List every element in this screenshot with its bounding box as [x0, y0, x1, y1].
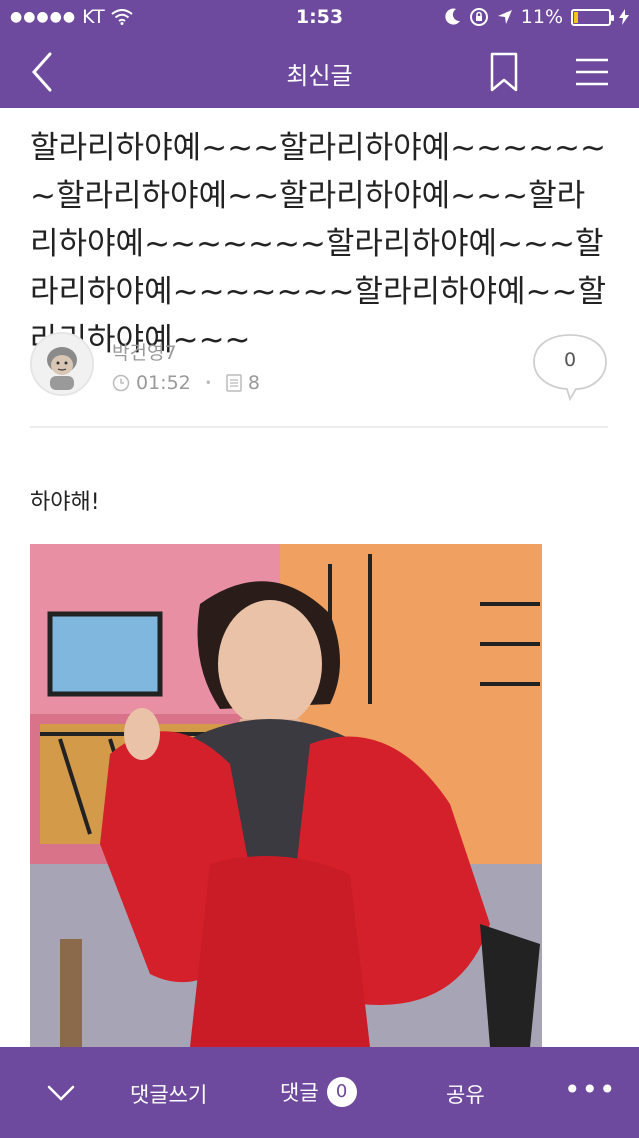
menu-button[interactable] — [572, 52, 612, 92]
bottom-bar: 댓글쓰기 댓글 0 공유 ••• — [0, 1047, 639, 1138]
more-button[interactable]: ••• — [564, 1073, 617, 1106]
post-views: 8 — [247, 372, 260, 394]
comment-count: 0 — [563, 349, 577, 371]
post-body: 하야해! — [30, 490, 100, 515]
comments-button[interactable]: 댓글 0 — [280, 1077, 357, 1107]
views-icon — [226, 374, 242, 392]
comment-count-button[interactable]: 0 — [532, 333, 608, 402]
comments-label: 댓글 — [280, 1081, 319, 1105]
post-image[interactable] — [30, 544, 542, 1047]
battery-icon — [571, 8, 614, 26]
post-meta: 01:52 • 8 — [112, 372, 260, 394]
battery-fill — [574, 11, 578, 23]
meta-separator: • — [204, 376, 212, 390]
page-title: 최신글 — [286, 62, 353, 90]
post-image-drawing — [30, 544, 542, 1047]
avatar[interactable] — [30, 332, 94, 396]
battery-percent: 11% — [520, 6, 563, 28]
share-button[interactable]: 공유 — [446, 1079, 485, 1109]
post-time: 01:52 — [136, 372, 191, 394]
write-comment-button[interactable]: 댓글쓰기 — [130, 1079, 207, 1109]
post-headline: 할라리하야예~~~할라리하야예~~~~~~~할라리하야예~~할라리하야예~~~할… — [30, 130, 607, 358]
comments-badge: 0 — [326, 1077, 357, 1107]
chevron-down-icon[interactable] — [46, 1081, 76, 1105]
avatar-image — [32, 334, 92, 394]
author-name[interactable]: 박건영7 — [112, 338, 177, 365]
charging-icon — [619, 9, 629, 25]
top-bar: ●●●●● KT 1:53 11% 최신글 — [0, 0, 639, 108]
bookmark-button[interactable] — [486, 50, 522, 94]
clock-icon — [112, 374, 130, 392]
rotation-lock-icon — [469, 8, 488, 26]
author-row: 박건영7 01:52 • 8 0 — [30, 332, 610, 402]
moon-icon — [445, 8, 460, 25]
location-icon — [497, 10, 512, 24]
divider — [30, 426, 608, 428]
status-right: 11% — [445, 6, 629, 28]
status-bar: ●●●●● KT 1:53 11% — [0, 0, 639, 36]
nav-header: 최신글 — [0, 36, 639, 108]
